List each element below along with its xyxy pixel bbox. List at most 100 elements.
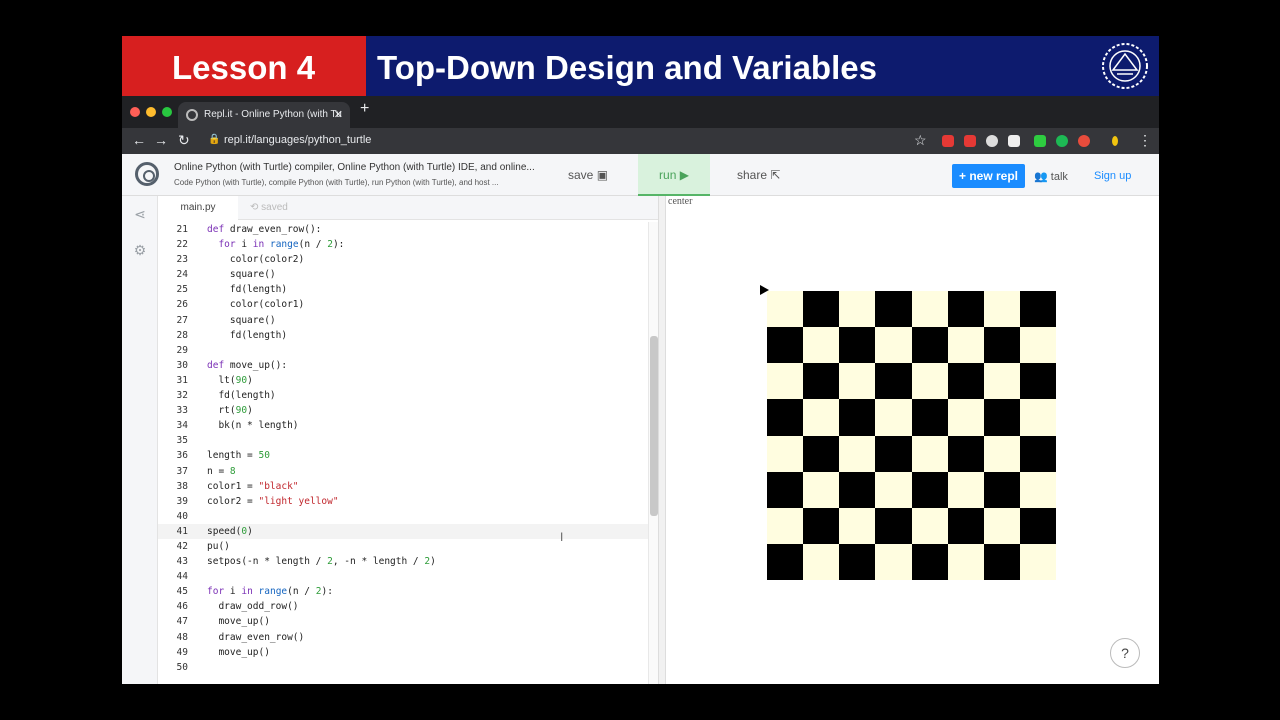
save-button[interactable]: save ▣ <box>568 168 608 182</box>
extension-icon[interactable] <box>1034 135 1046 147</box>
board-square <box>875 399 912 436</box>
code-line[interactable]: 21 def draw_even_row(): <box>158 222 648 237</box>
sign-up-link[interactable]: Sign up <box>1094 170 1131 182</box>
line-number: 49 <box>176 646 188 658</box>
code-line[interactable]: 49 move_up() <box>158 645 648 660</box>
code-text: for i in range(n / 2): <box>218 239 345 251</box>
share-nodes-icon[interactable]: ⋖ <box>132 206 148 222</box>
extension-icon[interactable] <box>964 135 976 147</box>
code-text: draw_odd_row() <box>207 601 299 613</box>
code-line[interactable]: 27 square() <box>158 313 648 328</box>
board-square <box>875 507 912 544</box>
board-square <box>839 507 876 544</box>
board-square <box>947 399 984 436</box>
code-line[interactable]: 29 <box>158 343 648 358</box>
close-icon[interactable]: ✕ <box>334 102 343 128</box>
new-tab-button[interactable]: + <box>360 100 369 118</box>
minimize-window-button[interactable] <box>146 107 156 117</box>
code-line[interactable]: 37 n = 8 <box>158 464 648 479</box>
editor-scrollbar[interactable] <box>648 222 658 684</box>
line-number: 31 <box>176 374 188 386</box>
browser-menu-icon[interactable]: ⋮ <box>1138 132 1152 149</box>
lesson-banner: Lesson 4 Top-Down Design and Variables <box>122 36 1159 96</box>
repl-subtitle: Code Python (with Turtle), compile Pytho… <box>174 178 499 187</box>
file-tab-main-py[interactable]: main.py <box>158 196 238 220</box>
code-line[interactable]: 22 for i in range(n / 2): <box>158 237 648 252</box>
board-square <box>767 435 804 472</box>
help-button[interactable]: ? <box>1110 638 1140 668</box>
close-window-button[interactable] <box>130 107 140 117</box>
run-button[interactable]: run ▶ <box>638 154 710 196</box>
line-number: 39 <box>176 495 188 507</box>
checkerboard <box>767 291 1056 580</box>
share-button[interactable]: share ⇱ <box>737 168 780 182</box>
board-square <box>947 363 984 400</box>
extension-icon[interactable] <box>1078 135 1090 147</box>
browser-tab[interactable]: Repl.it - Online Python (with Tu ✕ <box>178 102 350 128</box>
code-line[interactable]: 46 draw_odd_row() <box>158 599 648 614</box>
school-logo-icon <box>1102 43 1148 89</box>
extension-icon[interactable] <box>986 135 998 147</box>
code-line[interactable]: 38 color1 = "black" <box>158 479 648 494</box>
code-line[interactable]: 24 square() <box>158 267 648 282</box>
back-button[interactable]: ← <box>132 132 146 148</box>
save-status-label: saved <box>261 202 288 213</box>
code-editor[interactable]: main.py ⟲ saved 21 def draw_even_row(): 22… <box>158 196 658 684</box>
board-square <box>803 543 840 580</box>
code-line[interactable]: 28 fd(length) <box>158 328 648 343</box>
code-line[interactable]: 41 speed(0) <box>158 523 648 539</box>
gear-icon[interactable]: ⚙ <box>132 242 148 258</box>
bookmark-star-icon[interactable]: ☆ <box>914 132 927 149</box>
code-line[interactable]: 47 move_up() <box>158 614 648 629</box>
scrollbar-thumb[interactable] <box>650 336 658 516</box>
board-square <box>839 471 876 508</box>
repl-logo-icon[interactable] <box>135 162 159 186</box>
code-line[interactable]: 42 pu() <box>158 539 648 554</box>
pane-divider[interactable] <box>658 196 666 684</box>
line-number: 23 <box>176 254 188 266</box>
board-square <box>983 471 1020 508</box>
board-square <box>911 363 948 400</box>
code-line[interactable]: 45 for i in range(n / 2): <box>158 584 648 599</box>
board-square <box>1019 363 1056 400</box>
repl-title: Online Python (with Turtle) compiler, On… <box>174 162 535 173</box>
code-area[interactable]: 21 def draw_even_row(): 22 for i in range(… <box>158 222 648 684</box>
code-line[interactable]: 32 fd(length) <box>158 388 648 403</box>
code-line[interactable]: 34 bk(n * length) <box>158 418 648 433</box>
board-square <box>983 543 1020 580</box>
code-line[interactable]: 23 color(color2) <box>158 252 648 267</box>
code-line[interactable]: 35 <box>158 433 648 448</box>
extension-icon[interactable] <box>1008 135 1020 147</box>
url-field[interactable]: repl.it/languages/python_turtle <box>224 134 371 146</box>
code-line[interactable]: 50 <box>158 660 648 675</box>
extension-icon[interactable] <box>1056 135 1068 147</box>
code-line[interactable]: 31 lt(90) <box>158 373 648 388</box>
line-number: 47 <box>176 616 188 628</box>
line-number: 24 <box>176 269 188 281</box>
floppy-disk-icon: ▣ <box>596 168 609 182</box>
new-repl-button[interactable]: + new repl <box>952 164 1025 188</box>
code-line[interactable]: 30 def move_up(): <box>158 358 648 373</box>
forward-button[interactable]: → <box>154 132 168 148</box>
lock-icon: 🔒 <box>208 134 221 145</box>
board-square <box>803 435 840 472</box>
code-line[interactable]: 36 length = 50 <box>158 448 648 463</box>
code-line[interactable]: 40 <box>158 509 648 524</box>
code-line[interactable]: 33 rt(90) <box>158 403 648 418</box>
left-sidebar: ⋖ ⚙ <box>122 196 158 684</box>
code-line[interactable]: 25 fd(length) <box>158 282 648 297</box>
code-line[interactable]: 44 <box>158 569 648 584</box>
line-number: 34 <box>176 420 188 432</box>
save-label: save <box>568 168 594 182</box>
code-line[interactable]: 39 color2 = "light yellow" <box>158 494 648 509</box>
reload-button[interactable]: ↻ <box>178 132 190 149</box>
talk-button[interactable]: 👥 talk <box>1034 170 1068 183</box>
code-text: fd(length) <box>207 390 276 402</box>
extension-icon[interactable] <box>942 135 954 147</box>
code-line[interactable]: 43 setpos(-n * length / 2, -n * length / … <box>158 554 648 569</box>
maximize-window-button[interactable] <box>162 107 172 117</box>
code-line[interactable]: 48 draw_even_row() <box>158 630 648 645</box>
extension-icon[interactable] <box>1112 136 1118 146</box>
board-square <box>767 471 804 508</box>
code-line[interactable]: 26 color(color1) <box>158 297 648 312</box>
